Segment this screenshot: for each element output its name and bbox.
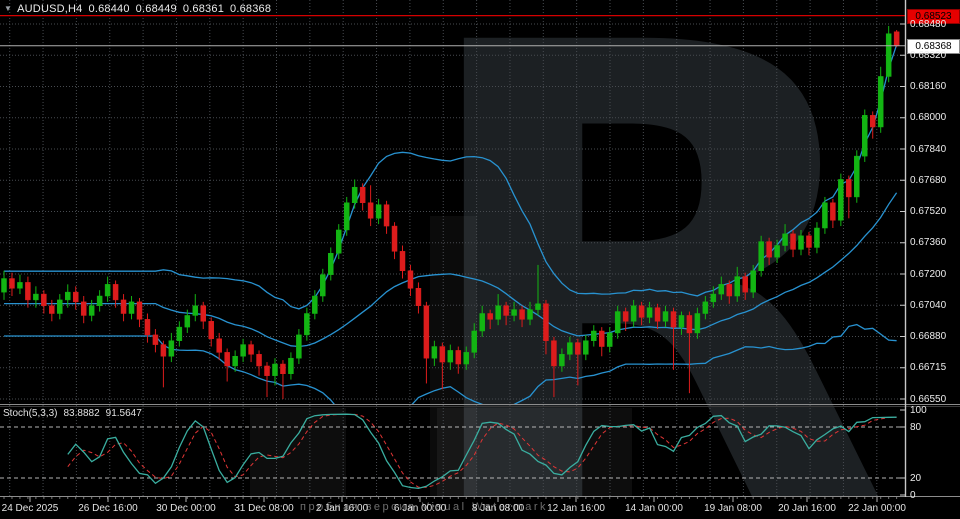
time-axis-label: 8 Jan 08:00	[472, 503, 524, 514]
watermark-artifact	[250, 408, 346, 496]
price-axis-label: 0.66880	[910, 331, 946, 342]
time-axis-label: 12 Jan 16:00	[547, 503, 605, 514]
ohlc-low: 0.68361	[183, 3, 224, 15]
price-axis-label: 0.66715	[910, 362, 946, 373]
price-axis-label: 0.68160	[910, 81, 946, 92]
chart-header: ▼ AUDUSD,H4 0.68440 0.68449 0.68361 0.68368	[4, 3, 271, 15]
watermark-artifact	[437, 408, 632, 496]
time-axis-label: 20 Jan 16:00	[778, 503, 836, 514]
time-axis-label: 31 Dec 08:00	[234, 503, 294, 514]
indicator-main-value: 83.8882	[63, 408, 99, 419]
indicator-signal-value: 91.5647	[106, 408, 142, 419]
ohlc-close: 0.68368	[230, 3, 271, 15]
price-axis-label: 0.66550	[910, 394, 946, 405]
time-axis-label: 24 Dec 2025	[2, 503, 59, 514]
price-axis-label: 0.67040	[910, 300, 946, 311]
stoch-scale-label: 20	[910, 473, 921, 484]
time-axis-label: 2 Jan 16:00	[316, 503, 368, 514]
ohlc-open: 0.68440	[89, 3, 130, 15]
time-axis-label: 19 Jan 08:00	[704, 503, 762, 514]
symbol-timeframe: AUDUSD,H4	[17, 3, 82, 15]
price-axis-label: 0.67360	[910, 237, 946, 248]
indicator-label: Stoch(5,3,3) 83.8882 91.5647	[3, 408, 148, 419]
price-axis-label: 0.68480	[910, 19, 946, 30]
stoch-scale-label: 0	[910, 490, 916, 501]
mt-chart-window: R ▼ AUDUSD,H4 0.68440 0.68449 0.68361 0.68368…	[0, 0, 960, 519]
chart-dropdown-icon[interactable]: ▼	[4, 4, 12, 13]
price-axis-label: 0.67680	[910, 175, 946, 186]
time-axis-label: 30 Dec 00:00	[156, 503, 216, 514]
time-axis-label: 6 Jan 00:00	[394, 503, 446, 514]
time-axis-label: 26 Dec 16:00	[78, 503, 138, 514]
stoch-scale-label: 100	[910, 405, 927, 416]
price-axis-label: 0.68320	[910, 50, 946, 61]
price-axis-label: 0.67840	[910, 144, 946, 155]
indicator-name: Stoch(5,3,3)	[3, 408, 57, 419]
price-axis-label: 0.68000	[910, 112, 946, 123]
stoch-scale-label: 80	[910, 422, 921, 433]
ohlc-high: 0.68449	[136, 3, 177, 15]
price-axis-label: 0.67200	[910, 269, 946, 280]
time-axis-label: 14 Jan 00:00	[625, 503, 683, 514]
candlestick-chart[interactable]: R	[0, 0, 960, 519]
price-axis-label: 0.67520	[910, 206, 946, 217]
time-axis-label: 22 Jan 00:00	[848, 503, 906, 514]
